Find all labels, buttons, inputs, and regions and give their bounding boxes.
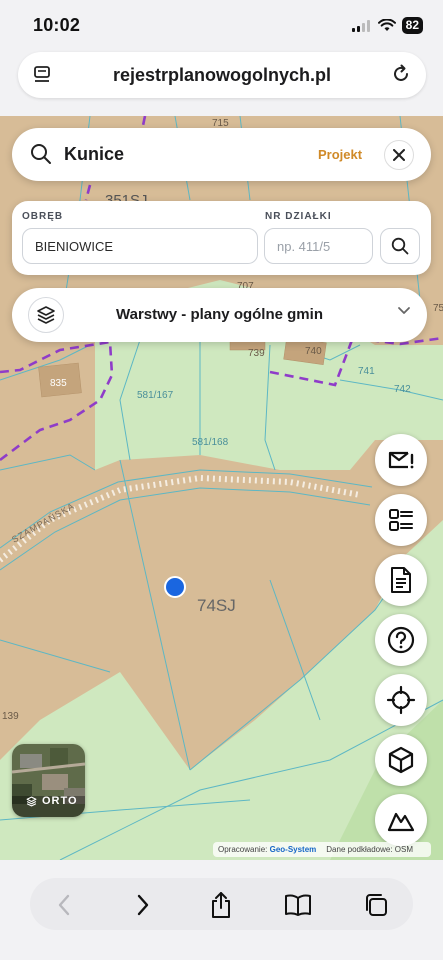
chevron-left-icon: [58, 894, 70, 916]
map-label-581-167: 581/167: [137, 390, 174, 401]
dzialka-label: NR DZIAŁKI: [265, 211, 332, 222]
cellular-signal-icon: [351, 19, 370, 32]
document-button[interactable]: [375, 554, 427, 606]
search-icon: [391, 237, 409, 255]
obreb-field[interactable]: BIENIOWICE: [22, 228, 258, 264]
status-bar: 10:02 82: [0, 0, 443, 50]
clear-search-button[interactable]: [384, 140, 414, 170]
map-label-835: 835: [50, 378, 67, 389]
map-attribution: Opracowanie: Geo-System Dane podkładowe:…: [213, 842, 431, 857]
attribution-base: Dane podkładowe: OSM: [326, 845, 413, 854]
parcel-search-panel: OBRĘB BIENIOWICE NR DZIAŁKI np. 411/5: [12, 201, 431, 275]
layers-icon: [26, 796, 37, 806]
legend-list-button[interactable]: [375, 494, 427, 546]
orto-label-wrap: ORTO: [26, 795, 78, 807]
3d-view-button[interactable]: [375, 734, 427, 786]
map-label-139: 139: [2, 711, 19, 722]
wifi-icon: [377, 19, 396, 31]
status-time: 10:02: [33, 15, 81, 35]
book-icon: [285, 894, 311, 916]
help-button[interactable]: [375, 614, 427, 666]
obreb-label: OBRĘB: [22, 211, 64, 222]
browser-address-bar[interactable]: rejestrplanowogolnych.pl: [18, 52, 426, 98]
tabs-icon: [366, 894, 387, 916]
map-label-742: 742: [394, 384, 411, 395]
locate-me-button[interactable]: [375, 674, 427, 726]
map-label-581-168: 581/168: [192, 437, 229, 448]
help-icon: [387, 626, 415, 654]
report-button[interactable]: [375, 434, 427, 486]
project-badge: Projekt: [318, 147, 363, 162]
battery-indicator: 82: [401, 17, 423, 34]
search-query[interactable]: Kunice: [64, 144, 124, 165]
attribution-text: Opracowanie: Geo-System: [218, 845, 316, 854]
share-button[interactable]: [206, 890, 236, 920]
search-box[interactable]: Kunice Projekt: [12, 128, 431, 181]
dzialka-field[interactable]: np. 411/5: [264, 228, 373, 264]
mail-alert-icon: [388, 451, 414, 469]
location-dot: [164, 576, 186, 598]
tabs-button[interactable]: [361, 890, 391, 920]
orto-toggle[interactable]: ORTO: [12, 744, 85, 817]
attribution-prefix: Opracowanie:: [218, 845, 268, 854]
search-icon: [31, 144, 51, 164]
orto-label: ORTO: [42, 795, 78, 807]
map-label-740: 740: [305, 346, 322, 357]
attribution-brand-link[interactable]: Geo-System: [270, 845, 317, 854]
reload-icon[interactable]: [390, 63, 412, 85]
locate-icon: [386, 685, 416, 715]
chevron-right-icon: [137, 894, 149, 916]
map-label-739: 739: [248, 348, 265, 359]
back-button[interactable]: [49, 890, 79, 920]
list-icon: [389, 509, 413, 531]
parcel-search-button[interactable]: [380, 228, 420, 264]
chevron-down-icon: [398, 307, 410, 314]
close-icon: [393, 149, 405, 161]
forward-button[interactable]: [128, 890, 158, 920]
terrain-icon: [387, 812, 415, 832]
status-icons: 82: [351, 17, 423, 34]
cube-icon: [388, 746, 414, 774]
browser-toolbar-pill: [30, 878, 413, 930]
browser-toolbar: [0, 860, 443, 960]
map-label-741: 741: [358, 366, 375, 377]
share-icon: [212, 892, 230, 918]
layers-label: Warstwy - plany ogólne gmin: [116, 306, 323, 323]
layers-selector[interactable]: Warstwy - plany ogólne gmin: [12, 288, 427, 342]
terrain-button[interactable]: [375, 794, 427, 846]
map-label-zone: 74SJ: [197, 596, 236, 615]
document-icon: [391, 567, 411, 593]
browser-url[interactable]: rejestrplanowogolnych.pl: [18, 65, 426, 86]
bookmarks-button[interactable]: [283, 890, 313, 920]
map-label-75: 75: [433, 303, 443, 314]
